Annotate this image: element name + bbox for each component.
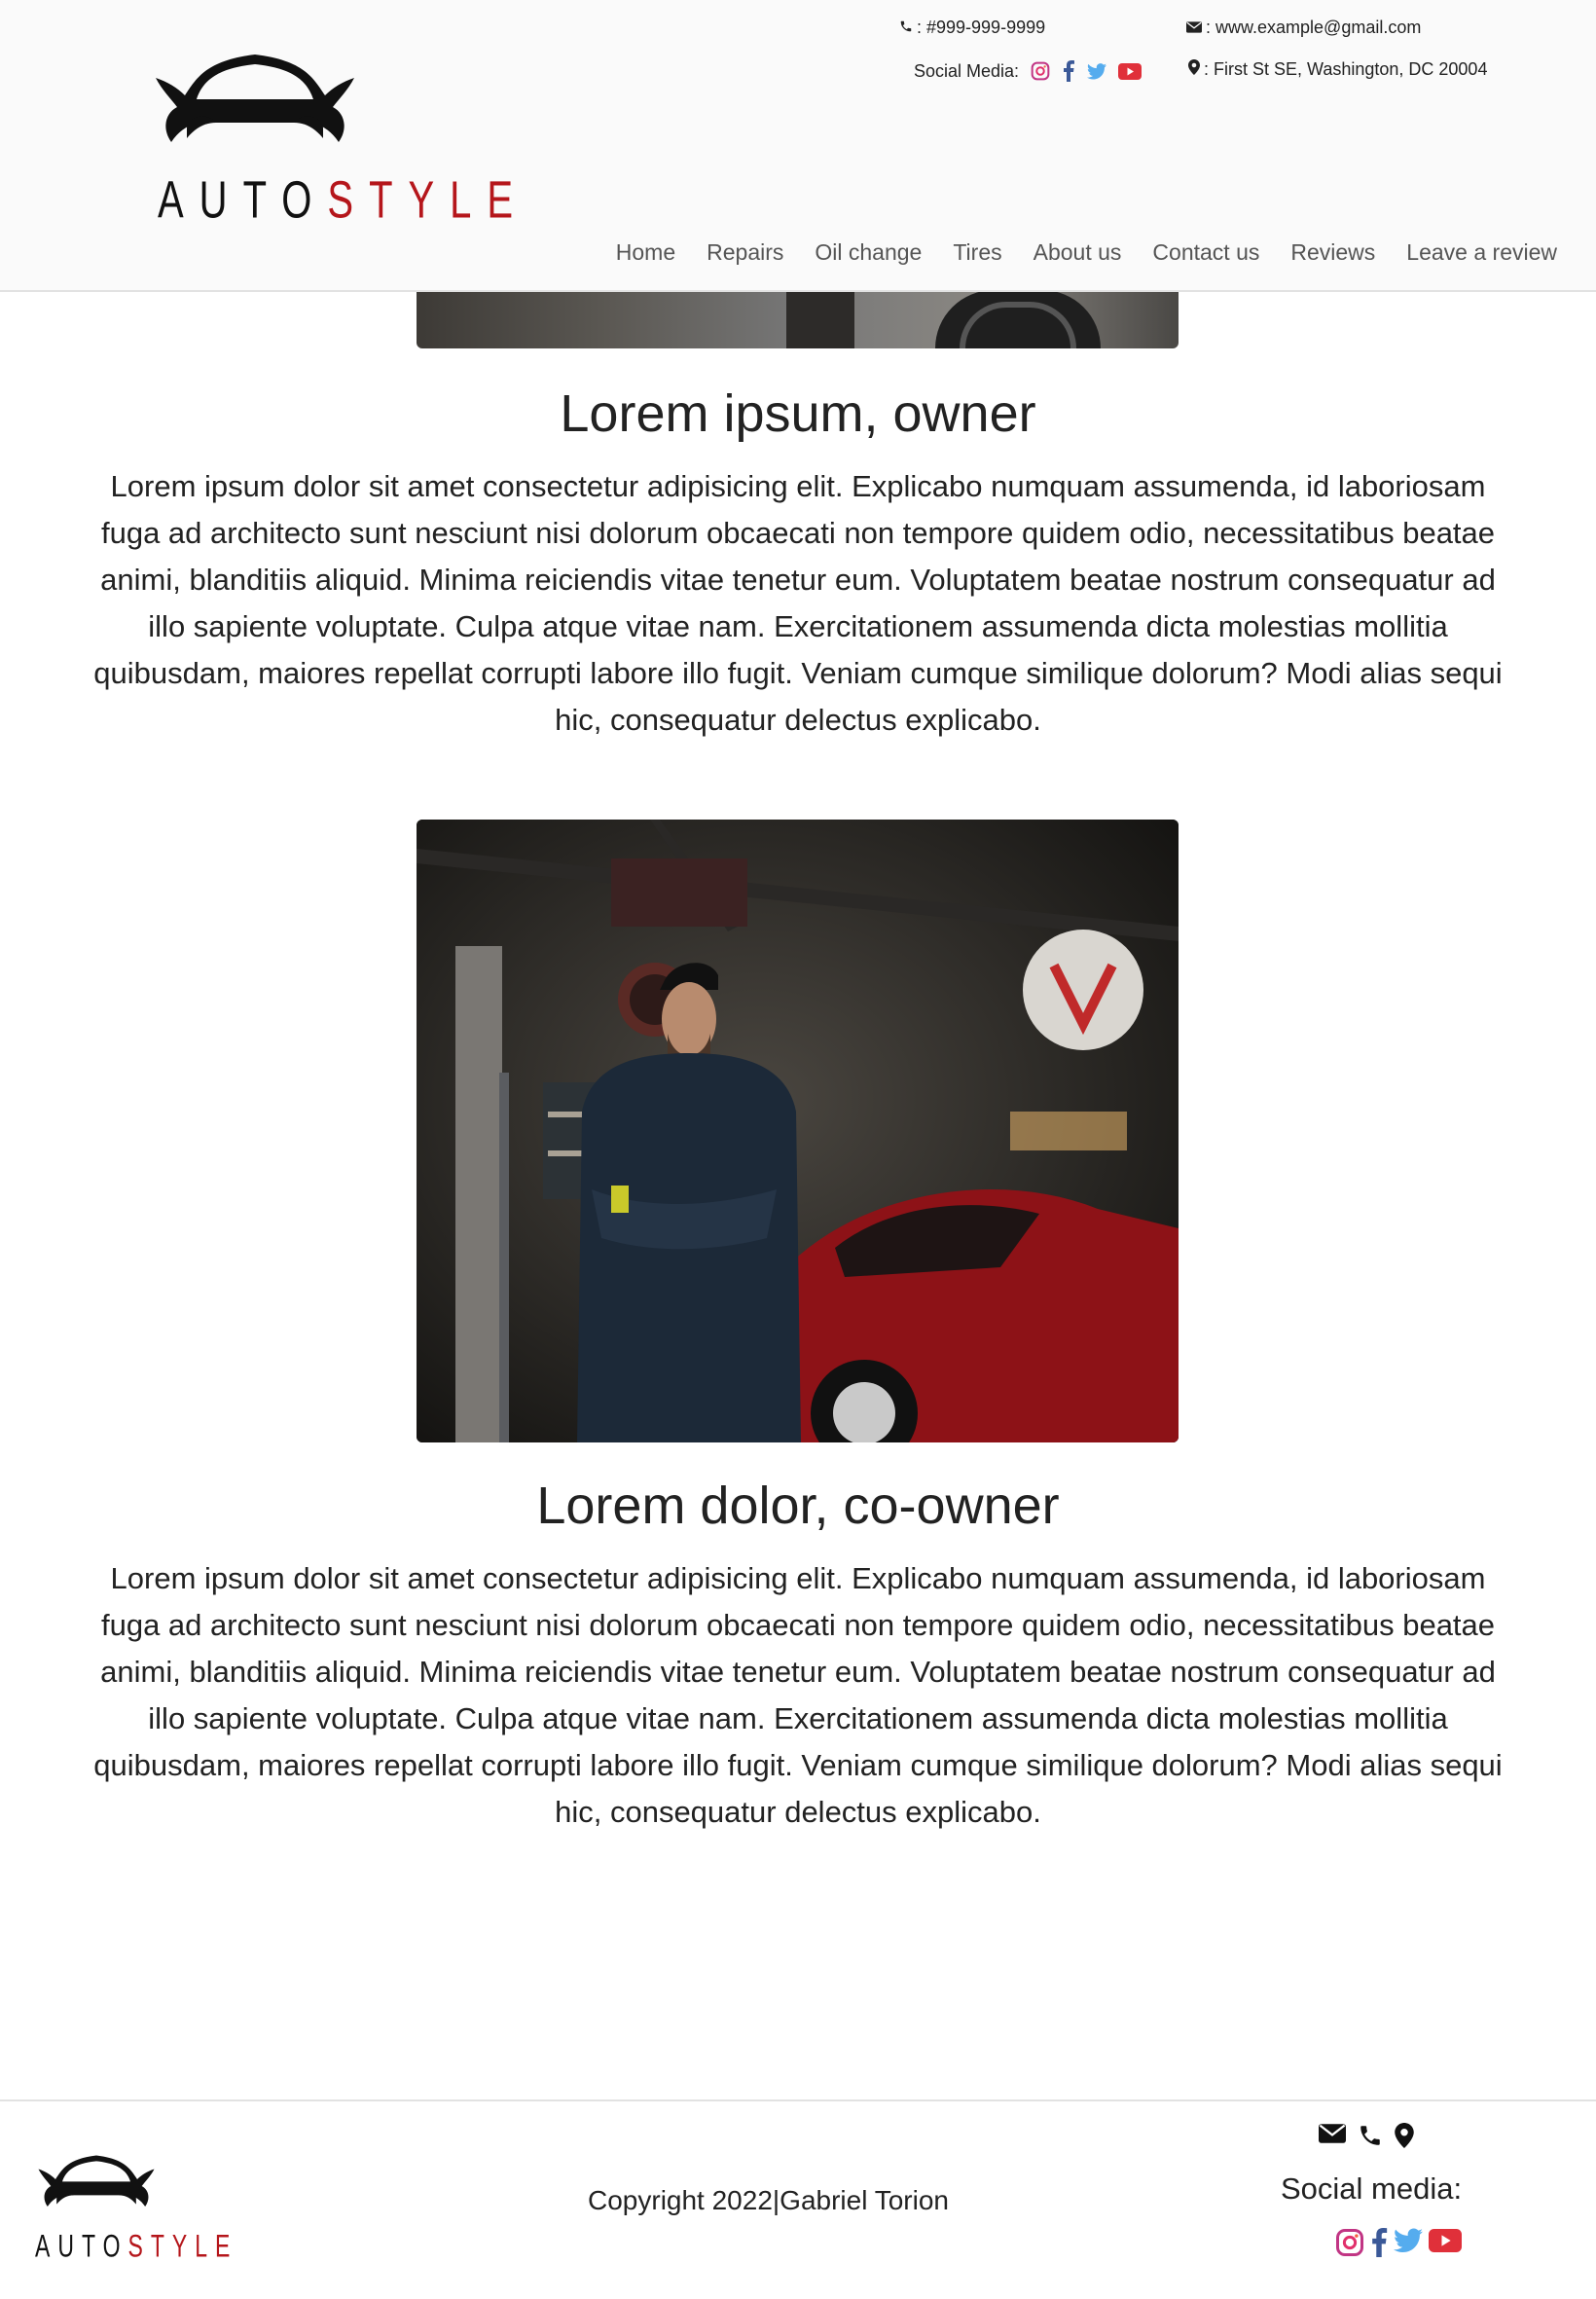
owner-title: Lorem ipsum, owner bbox=[560, 384, 1036, 443]
site-header: AUTOSTYLE : #999-999-9999 : www.example@… bbox=[0, 0, 1596, 292]
site-footer: AUTOSTYLE Copyright 2022|Gabriel Torion … bbox=[0, 2099, 1596, 2299]
location-icon bbox=[1188, 59, 1200, 80]
footer-logo[interactable]: AUTOSTYLE bbox=[31, 2152, 230, 2263]
header-phone[interactable]: : #999-999-9999 bbox=[899, 18, 1045, 38]
photo-detail-tire bbox=[935, 290, 1101, 348]
phone-icon[interactable] bbox=[1358, 2123, 1383, 2153]
co-owner-photo bbox=[417, 820, 1179, 1442]
mechanic-garage-image bbox=[417, 820, 1179, 1442]
autostyle-logo[interactable]: AUTOSTYLE bbox=[148, 49, 513, 229]
phone-icon bbox=[899, 18, 913, 38]
footer-social-label: Social media: bbox=[1281, 2171, 1463, 2206]
footer-logo-word-style: STYLE bbox=[127, 2228, 238, 2264]
youtube-icon[interactable] bbox=[1118, 62, 1143, 80]
co-owner-bio: Lorem ipsum dolor sit amet consectetur a… bbox=[93, 1561, 1503, 1829]
nav-about-us[interactable]: About us bbox=[1034, 239, 1122, 266]
nav-leave-a-review[interactable]: Leave a review bbox=[1406, 239, 1557, 266]
email-icon bbox=[1186, 18, 1202, 38]
footer-contact-icons bbox=[1319, 2123, 1414, 2153]
nav-repairs[interactable]: Repairs bbox=[707, 239, 783, 266]
nav-tires[interactable]: Tires bbox=[953, 239, 1001, 266]
main-nav: Home Repairs Oil change Tires About us C… bbox=[585, 239, 1557, 266]
header-address[interactable]: : First St SE, Washington, DC 20004 bbox=[1188, 59, 1487, 80]
header-email[interactable]: : www.example@gmail.com bbox=[1186, 18, 1421, 38]
footer-social-icons bbox=[1335, 2228, 1462, 2262]
email-text: : www.example@gmail.com bbox=[1206, 18, 1422, 37]
logo-word-style: STYLE bbox=[327, 171, 529, 230]
footer-logo-wordmark: AUTOSTYLE bbox=[31, 2228, 230, 2265]
twitter-icon[interactable] bbox=[1394, 2228, 1423, 2262]
address-text: : First St SE, Washington, DC 20004 bbox=[1204, 59, 1488, 79]
email-icon[interactable] bbox=[1319, 2123, 1346, 2153]
instagram-icon[interactable] bbox=[1031, 61, 1050, 81]
nav-home[interactable]: Home bbox=[616, 239, 675, 266]
footer-logo-word-auto: AUTO bbox=[35, 2228, 128, 2264]
twitter-icon[interactable] bbox=[1087, 62, 1107, 80]
car-silhouette-icon bbox=[38, 2155, 155, 2207]
nav-reviews[interactable]: Reviews bbox=[1290, 239, 1375, 266]
owner-bio: Lorem ipsum dolor sit amet consectetur a… bbox=[93, 469, 1503, 737]
copyright-text: Copyright 2022|Gabriel Torion bbox=[588, 2185, 949, 2215]
header-social: Social Media: bbox=[914, 60, 1143, 82]
nav-oil-change[interactable]: Oil change bbox=[815, 239, 922, 266]
social-label: Social Media: bbox=[914, 60, 1020, 81]
car-silhouette-icon bbox=[156, 55, 354, 142]
phone-text: : #999-999-9999 bbox=[917, 18, 1046, 37]
logo-wordmark: AUTOSTYLE bbox=[148, 171, 513, 231]
logo-word-auto: AUTO bbox=[158, 171, 328, 230]
nav-contact-us[interactable]: Contact us bbox=[1152, 239, 1259, 266]
instagram-icon[interactable] bbox=[1335, 2228, 1364, 2262]
location-icon[interactable] bbox=[1395, 2123, 1414, 2153]
co-owner-title: Lorem dolor, co-owner bbox=[536, 1477, 1060, 1535]
facebook-icon[interactable] bbox=[1370, 2228, 1388, 2262]
youtube-icon[interactable] bbox=[1429, 2228, 1462, 2262]
facebook-icon[interactable] bbox=[1062, 60, 1075, 82]
